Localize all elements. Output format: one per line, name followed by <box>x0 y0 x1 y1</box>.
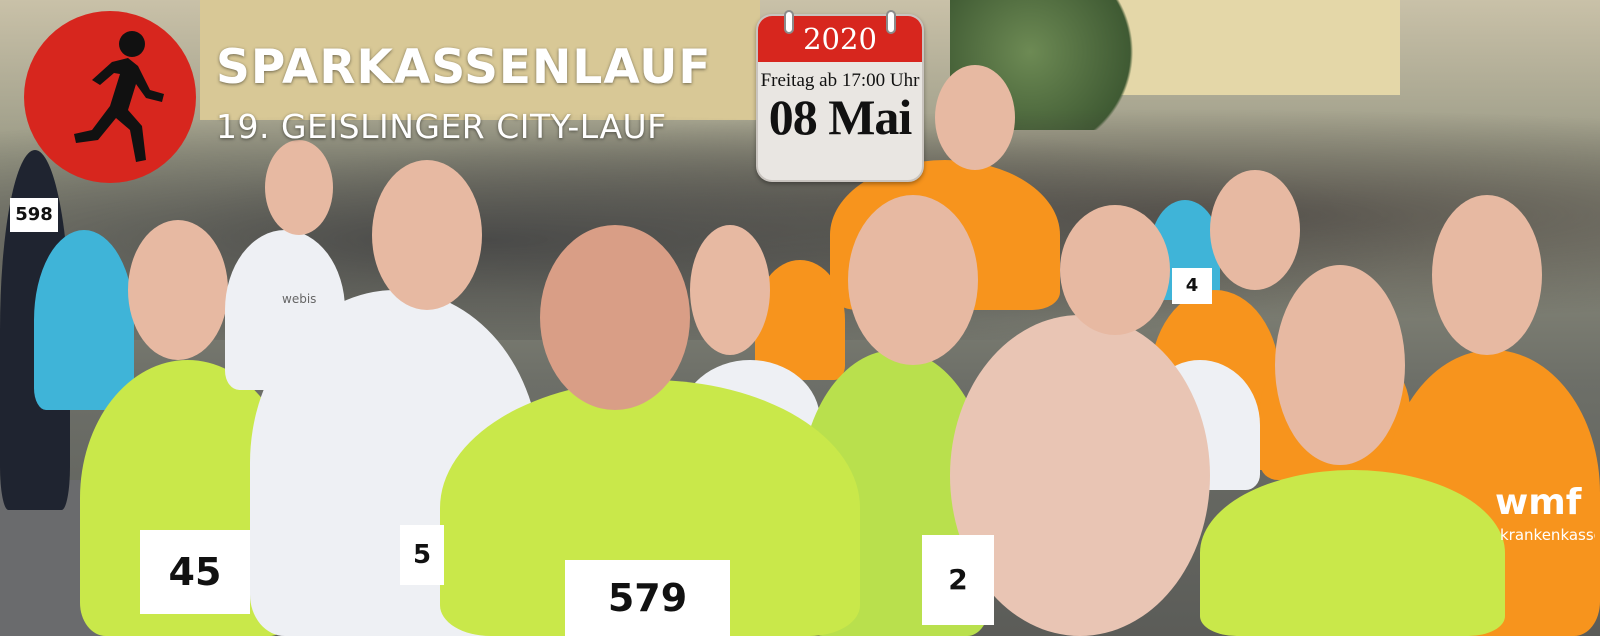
runner-head <box>265 140 333 235</box>
runner-head <box>1210 170 1300 290</box>
event-subtitle: 19. GEISLINGER CITY-LAUF <box>216 107 667 146</box>
start-bib: 4 <box>1172 268 1212 304</box>
runner-head <box>1432 195 1542 355</box>
calendar-ring-icon <box>886 10 896 34</box>
runner-head <box>1275 265 1405 465</box>
calendar-year: 2020 <box>803 22 877 56</box>
calendar-ring-icon <box>784 10 794 34</box>
start-bib: 5 <box>400 525 444 585</box>
runner-head <box>540 225 690 410</box>
start-bib: 579 <box>565 560 730 636</box>
runner <box>1200 470 1505 636</box>
shirt-text: wmf <box>1495 482 1582 523</box>
calendar-header: 2020 <box>758 16 922 62</box>
date-calendar: 2020 Freitag ab 17:00 Uhr 08 Mai <box>756 10 924 182</box>
runner-head <box>372 160 482 310</box>
event-logo[interactable] <box>24 11 196 183</box>
start-bib: 45 <box>140 530 250 614</box>
shirt-text: krankenkasse <box>1500 526 1595 544</box>
calendar-card: 2020 Freitag ab 17:00 Uhr 08 Mai <box>756 14 924 182</box>
event-title: SPARKASSENLAUF <box>216 40 712 95</box>
runner <box>34 230 134 410</box>
start-bib: 2 <box>922 535 994 625</box>
runner-head <box>848 195 978 365</box>
runner-head <box>1060 205 1170 335</box>
shirt-text: webis <box>282 292 317 306</box>
running-man-icon <box>74 31 164 162</box>
runner-head <box>690 225 770 355</box>
runner-head <box>128 220 228 360</box>
start-bib: 598 <box>10 198 58 232</box>
calendar-date: 08 Mai <box>768 89 913 145</box>
runner-head <box>935 65 1015 170</box>
